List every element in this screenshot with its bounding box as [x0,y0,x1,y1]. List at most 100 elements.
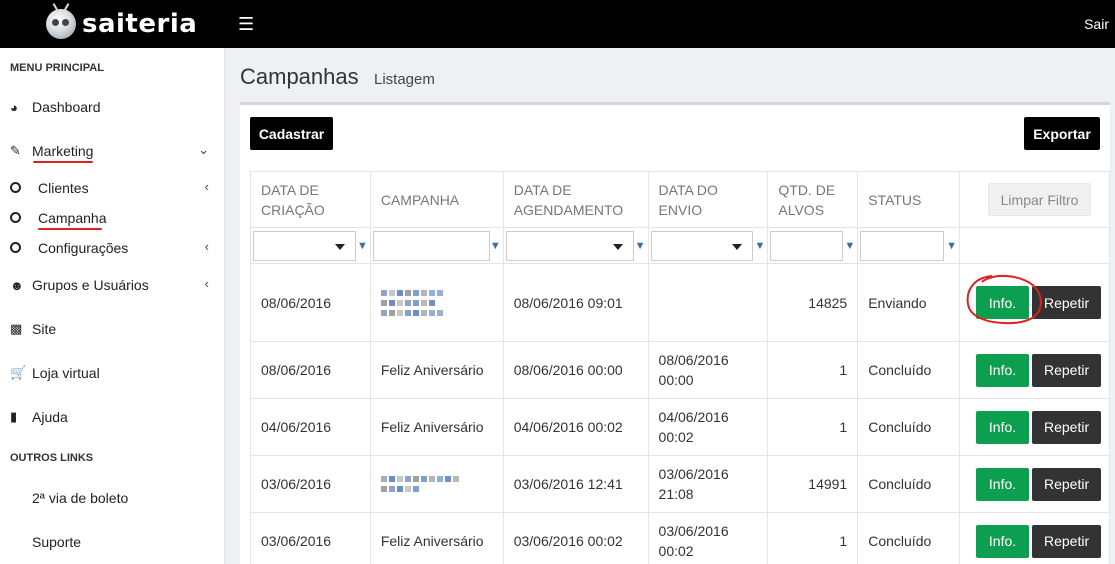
menu-toggle-icon[interactable]: ☰ [238,14,254,35]
actions-cell: Info. Repetir [959,341,1110,399]
sidebar-item-configuracoes[interactable]: Configurações ‹ [10,236,215,260]
pixelated-text [380,486,493,492]
scheduled-filter-select[interactable] [505,230,634,261]
sidebar-item-label: Marketing [32,143,94,159]
info-button[interactable]: Info. [976,524,1030,558]
sidebar-heading-main: MENU PRINCIPAL [10,62,104,74]
export-button[interactable]: Exportar [1024,117,1100,150]
actions-cell: Info. Repetir [959,512,1110,564]
sidebar-item-ajuda[interactable]: ▮ Ajuda [10,405,215,429]
table-row: 03/06/2016 Feliz Aniversário 03/06/2016 … [250,512,1110,564]
book-icon: ▮ [10,409,18,424]
campaigns-table: DATA DE CRIAÇÃO CAMPANHA DATA DE AGENDAM… [250,171,1110,564]
scheduled-cell: 03/06/2016 12:41 [502,455,649,513]
pixelated-text [380,309,493,316]
sidebar-heading-other: OUTROS LINKS [10,452,94,464]
edit-icon: ✎ [10,143,21,158]
filter-icon[interactable]: ▼ [754,240,765,252]
create-button[interactable]: Cadastrar [250,117,333,150]
col-header-created[interactable]: DATA DE CRIAÇÃO [250,171,371,228]
created-filter-select[interactable] [253,230,356,261]
circle-icon [10,211,32,226]
clear-filter-button[interactable]: Limpar Filtro [988,183,1092,216]
repeat-button[interactable]: Repetir [1032,467,1102,501]
inbox-icon: ▩ [10,321,23,336]
sent-cell: 03/06/2016 21:08 [647,455,769,513]
chevron-down-icon: ⌄ [198,142,209,157]
status-cell: Concluído [857,341,961,399]
sidebar-item-label: Campanha [38,210,107,226]
info-button[interactable]: Info. [976,353,1030,387]
filter-row: ▼ ▼ ▼ ▼ ▼ ▼ [250,227,1110,264]
campaign-filter-input[interactable] [372,230,490,261]
filter-icon[interactable]: ▼ [946,240,957,252]
campaign-cell: Feliz Aniversário [369,512,504,564]
col-header-qty[interactable]: QTD. DE ALVOS [767,171,859,228]
annotation-underline [38,228,102,230]
created-cell: 03/06/2016 [250,512,371,564]
sidebar-item-dashboard[interactable]: ◕ Dashboard [10,95,215,119]
logo[interactable]: saiteria [46,3,198,44]
info-button[interactable]: Info. [976,467,1030,501]
qty-cell: 14991 [767,455,859,513]
campaign-cell: Feliz Aniversário [369,341,504,399]
logout-link[interactable]: Sair [1084,16,1109,32]
created-cell: 08/06/2016 [250,341,371,399]
sidebar-item-label: Suporte [32,534,82,550]
filter-icon[interactable]: ▼ [635,240,646,252]
sidebar-item-loja[interactable]: 🛒 Loja virtual [10,361,215,385]
created-cell: 08/06/2016 [250,263,371,342]
qty-cell: 1 [767,398,859,456]
info-button[interactable]: Info. [976,410,1030,444]
repeat-button[interactable]: Repetir [1032,286,1102,319]
sidebar-item-site[interactable]: ▩ Site [10,317,215,341]
sidebar-item-suporte[interactable]: Suporte [10,530,215,554]
sidebar-item-marketing[interactable]: ✎ Marketing ⌄ [10,139,215,163]
scheduled-cell: 08/06/2016 09:01 [502,263,649,342]
info-button[interactable]: Info. [976,286,1030,319]
table-row: 04/06/2016 Feliz Aniversário 04/06/2016 … [250,398,1110,456]
repeat-button[interactable]: Repetir [1032,524,1102,558]
campaign-cell [369,455,504,513]
page-subtitle: Listagem [374,71,435,88]
actions-cell: Info. Repetir [959,398,1110,456]
status-cell: Enviando [857,263,961,342]
sent-cell: 08/06/2016 00:00 [647,341,769,399]
filter-icon[interactable]: ▼ [844,240,855,252]
status-filter-input[interactable] [860,230,945,261]
sent-cell: 04/06/2016 00:02 [647,398,769,456]
col-header-actions: Limpar Filtro [959,171,1110,228]
col-header-scheduled[interactable]: DATA DE AGENDAMENTO [502,171,649,228]
scheduled-cell: 03/06/2016 00:02 [502,512,649,564]
circle-icon [10,241,32,256]
sidebar: MENU PRINCIPAL ◕ Dashboard ✎ Marketing ⌄… [0,48,225,564]
table-row: 08/06/2016 Feliz Aniversário 08/06/2016 … [250,341,1110,399]
repeat-button[interactable]: Repetir [1032,410,1102,444]
circle-icon [10,181,32,196]
page-title: Campanhas [240,64,359,89]
filter-icon[interactable]: ▼ [357,240,368,252]
filter-icon[interactable]: ▼ [490,240,501,252]
cart-icon: 🛒 [10,365,27,380]
col-header-status[interactable]: STATUS [857,171,961,228]
dashboard-icon: ◕ [10,99,18,115]
sidebar-item-label: Clientes [38,180,89,196]
repeat-button[interactable]: Repetir [1032,353,1102,387]
sent-filter-select[interactable] [650,230,753,261]
qty-cell: 14825 [767,263,859,342]
users-icon: ☻ [10,277,24,293]
sidebar-item-grupos[interactable]: ☻ Grupos e Usuários ‹ [10,273,215,297]
status-cell: Concluído [857,512,961,564]
sidebar-item-boleto[interactable]: 2ª via de boleto [10,486,215,510]
col-header-campaign[interactable]: CAMPANHA [369,171,504,228]
sidebar-item-clientes[interactable]: Clientes ‹ [10,176,215,200]
sidebar-item-label: Grupos e Usuários [32,277,149,293]
campaign-cell [369,263,504,342]
sent-cell [647,263,769,342]
sidebar-item-campanha[interactable]: Campanha [10,206,215,230]
created-cell: 04/06/2016 [250,398,371,456]
logo-text: saiteria [82,9,198,39]
col-header-sent[interactable]: DATA DO ENVIO [647,171,769,228]
qty-filter-input[interactable] [770,230,844,261]
sidebar-item-label: Configurações [38,240,129,256]
